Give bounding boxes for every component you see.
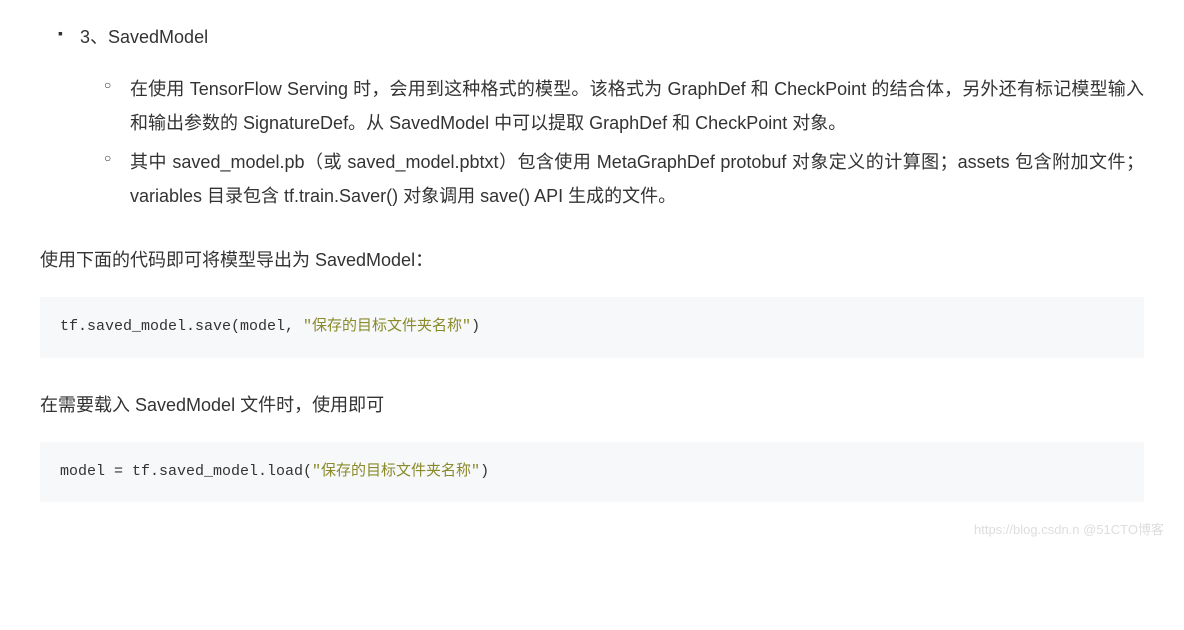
paragraph-text: 在需要载入 SavedModel 文件时，使用即可 (40, 395, 384, 415)
code-string: "保存的目标文件夹名称" (303, 318, 471, 335)
code-prefix: model = tf.saved_model.load( (60, 463, 312, 480)
code-block-load: model = tf.saved_model.load("保存的目标文件夹名称"… (40, 442, 1144, 503)
outer-list-item: 3、SavedModel 在使用 TensorFlow Serving 时，会用… (80, 20, 1144, 213)
code-string: "保存的目标文件夹名称" (312, 463, 480, 480)
outer-list: 3、SavedModel 在使用 TensorFlow Serving 时，会用… (40, 20, 1144, 213)
code-prefix: tf.saved_model.save(model, (60, 318, 303, 335)
inner-item-text: 其中 saved_model.pb（或 saved_model.pbtxt）包含… (130, 152, 1144, 206)
inner-list: 在使用 TensorFlow Serving 时，会用到这种格式的模型。该格式为… (80, 72, 1144, 213)
code-block-save: tf.saved_model.save(model, "保存的目标文件夹名称") (40, 297, 1144, 358)
paragraph-text: 使用下面的代码即可将模型导出为 SavedModel： (40, 250, 433, 270)
code-suffix: ) (471, 318, 480, 335)
outer-item-title: 3、SavedModel (80, 27, 208, 47)
inner-list-item: 在使用 TensorFlow Serving 时，会用到这种格式的模型。该格式为… (130, 72, 1144, 140)
paragraph-export: 使用下面的代码即可将模型导出为 SavedModel： (40, 243, 1144, 277)
paragraph-load: 在需要载入 SavedModel 文件时，使用即可 (40, 388, 1144, 422)
inner-item-text: 在使用 TensorFlow Serving 时，会用到这种格式的模型。该格式为… (130, 79, 1144, 133)
code-suffix: ) (480, 463, 489, 480)
inner-list-item: 其中 saved_model.pb（或 saved_model.pbtxt）包含… (130, 145, 1144, 213)
watermark: https://blog.csdn.n @51CTO博客 (974, 518, 1164, 543)
